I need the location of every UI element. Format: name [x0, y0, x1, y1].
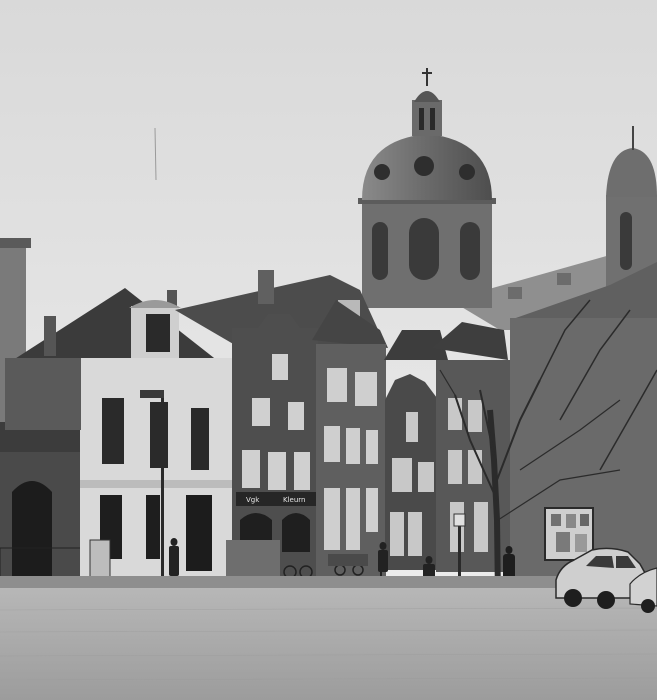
window: [418, 462, 434, 492]
window: [346, 428, 360, 464]
window: [327, 368, 347, 402]
street-lamp-head: [140, 390, 164, 398]
drum-window: [372, 222, 388, 280]
chimney: [258, 270, 274, 304]
street-scene-photo: Vgk Kleurn: [0, 0, 657, 700]
crates: [226, 540, 280, 580]
poster: [580, 514, 589, 526]
window: [468, 450, 482, 484]
window: [366, 488, 378, 532]
poster: [566, 514, 576, 528]
parking-sign: [453, 513, 466, 527]
dome-oculus: [459, 164, 475, 180]
window: [288, 402, 304, 430]
lantern: [412, 100, 442, 136]
window: [392, 458, 412, 492]
window: [272, 354, 288, 380]
street-lamp-pole: [161, 395, 164, 585]
dome-oculus: [414, 156, 434, 176]
window: [324, 426, 340, 462]
car-wheel: [597, 591, 615, 609]
window: [294, 452, 310, 490]
window: [448, 398, 462, 430]
church-dormer: [557, 273, 571, 285]
window: [150, 402, 168, 468]
left-brick-building: [0, 422, 85, 580]
window: [468, 400, 482, 432]
lantern-window: [419, 108, 424, 130]
lantern-window: [430, 108, 435, 130]
drum-window: [460, 222, 480, 280]
dormer-window: [146, 314, 170, 352]
window: [450, 502, 464, 552]
window: [102, 398, 124, 464]
doorway: [186, 495, 212, 571]
window: [346, 488, 360, 550]
window: [355, 372, 377, 406]
window: [474, 502, 488, 552]
poster: [556, 532, 570, 552]
white-side: [5, 358, 81, 430]
window: [268, 452, 286, 490]
window: [390, 512, 404, 556]
window: [242, 450, 260, 488]
cobblestone-square: [0, 588, 657, 700]
window: [366, 430, 378, 464]
sidewalk: [0, 576, 560, 590]
window: [252, 398, 270, 426]
poster: [551, 514, 561, 526]
cornice: [80, 480, 232, 488]
shop-sign-left: Vgk: [246, 496, 260, 504]
left-pillar-cap: [0, 238, 31, 248]
church-dormer: [508, 287, 522, 299]
car-wheel: [564, 589, 582, 607]
window: [191, 408, 209, 470]
chimney: [44, 316, 56, 356]
shop-sign-right: Kleurn: [283, 496, 305, 504]
arched-doorway: [12, 481, 52, 580]
tower-window: [620, 212, 632, 270]
window: [408, 512, 422, 556]
poster: [575, 534, 587, 552]
drum-window: [409, 218, 439, 280]
ground-window: [146, 495, 160, 559]
window: [406, 412, 418, 442]
window: [448, 450, 462, 484]
shop-arch: [282, 513, 310, 552]
window: [324, 488, 340, 550]
dome-oculus: [374, 164, 390, 180]
